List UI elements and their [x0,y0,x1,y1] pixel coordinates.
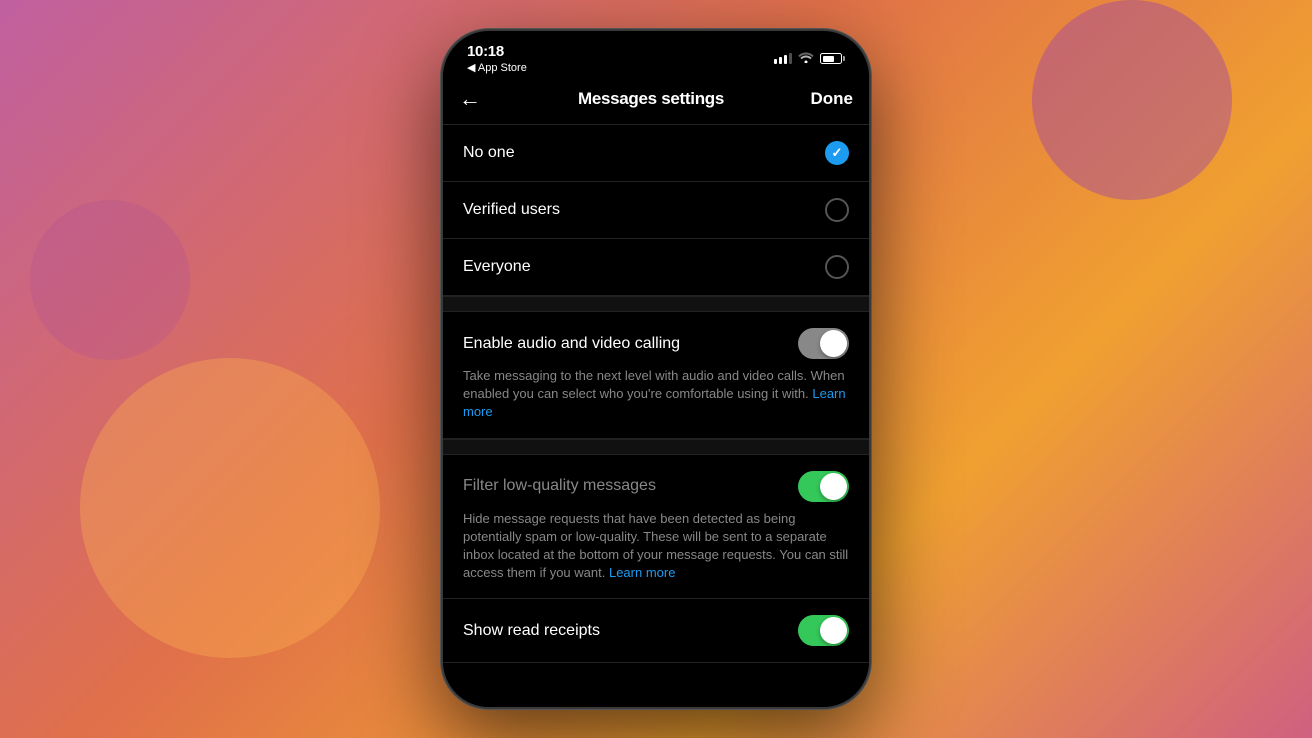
filter-desc: Hide message requests that have been det… [463,510,849,583]
nav-bar: ← Messages settings Done [443,78,869,125]
bg-blob-3 [30,200,190,360]
verified-users-radio[interactable] [825,198,849,222]
dynamic-island [601,41,711,69]
no-one-label: No one [463,144,515,162]
audio-video-toggle[interactable] [798,328,849,359]
filter-row: Filter low-quality messages Hide message… [443,455,869,600]
status-icons [774,51,845,66]
bg-blob-2 [1032,0,1232,200]
back-button[interactable]: ← [459,86,499,112]
status-time: 10:18 [467,43,504,60]
read-receipts-toggle[interactable] [798,615,849,646]
app-screen: ← Messages settings Done No one Verified… [443,78,869,707]
bg-blob-1 [80,358,380,658]
battery-icon [820,53,845,64]
phone-frame: 10:18 ◀ App Store [441,29,871,709]
filter-label: Filter low-quality messages [463,477,656,495]
no-one-row[interactable]: No one [443,125,869,182]
audio-video-label: Enable audio and video calling [463,335,680,353]
everyone-row[interactable]: Everyone [443,239,869,296]
filter-header: Filter low-quality messages [463,471,849,502]
section-divider-2 [443,439,869,455]
settings-content: No one Verified users Everyone Enable au… [443,125,869,707]
wifi-icon [798,51,814,66]
audio-video-desc: Take messaging to the next level with au… [463,367,849,422]
section-divider-1 [443,296,869,312]
done-button[interactable]: Done [803,89,853,109]
filter-toggle-knob [820,473,847,500]
read-receipts-label: Show read receipts [463,622,600,640]
everyone-radio[interactable] [825,255,849,279]
no-one-radio[interactable] [825,141,849,165]
verified-users-row[interactable]: Verified users [443,182,869,239]
audio-video-toggle-knob [820,330,847,357]
audio-video-row: Enable audio and video calling Take mess… [443,312,869,439]
read-receipts-row[interactable]: Show read receipts [443,599,869,663]
everyone-label: Everyone [463,258,531,276]
status-bar: 10:18 ◀ App Store [443,31,869,78]
signal-icon [774,53,792,64]
filter-learn-more[interactable]: Learn more [609,565,675,580]
filter-toggle[interactable] [798,471,849,502]
verified-users-label: Verified users [463,201,560,219]
read-receipts-toggle-knob [820,617,847,644]
page-title: Messages settings [578,89,724,109]
status-back-store[interactable]: ◀ App Store [467,61,527,74]
audio-video-header: Enable audio and video calling [463,328,849,359]
